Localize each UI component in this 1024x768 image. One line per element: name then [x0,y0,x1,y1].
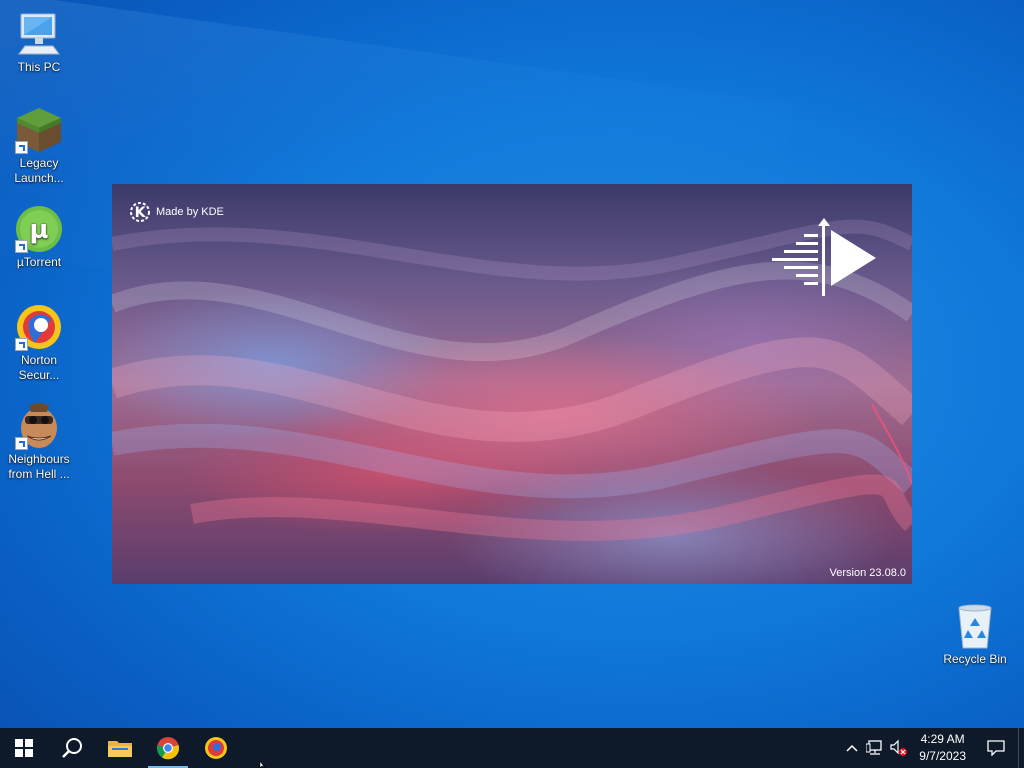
norton-security-icon [15,303,63,351]
kdenlive-logo-icon [772,218,876,296]
made-by-kde: K Made by KDE [128,200,224,224]
desktop-icon-label: µTorrent [16,255,62,269]
kde-logo-icon: K [130,202,150,222]
start-button[interactable] [0,728,48,768]
desktop-icon-label: Neighbours from Hell ... [8,452,70,481]
shortcut-arrow-icon [15,338,28,351]
shortcut-arrow-icon [15,240,28,253]
neighbours-from-hell-icon [15,402,63,450]
search-icon [62,738,82,758]
svg-text:µ: µ [29,215,48,245]
file-explorer-icon [108,741,132,757]
desktop-icon-neighbours-from-hell[interactable]: Neighbours from Hell ... [2,402,76,482]
minecraft-grass-block-icon [15,106,63,154]
recycle-bin-icon [951,602,999,650]
taskbar-file-explorer[interactable] [96,728,144,768]
desktop-icon-label: Recycle Bin [943,652,1007,666]
show-desktop-button[interactable] [1018,728,1024,768]
desktop-icon-recycle-bin[interactable]: Recycle Bin [938,602,1012,667]
search-button[interactable] [48,728,96,768]
taskbar: 4:29 AM 9/7/2023 [0,728,1024,768]
desktop-icon-legacy-launcher[interactable]: Legacy Launch... [2,106,76,186]
desktop-icon-this-pc[interactable]: This PC [2,10,76,75]
clock[interactable]: 4:29 AM 9/7/2023 [911,728,974,768]
kdenlive-splash-screen: K Made by KDE Version 23.08.0 [112,184,912,584]
utorrent-icon: µ [15,205,63,253]
action-center-button[interactable] [974,728,1018,768]
network-icon [866,740,882,755]
norton-icon [205,737,227,759]
shortcut-arrow-icon [15,437,28,450]
chrome-icon [156,737,180,760]
svg-text:K: K [135,205,147,221]
shortcut-arrow-icon [15,141,28,154]
computer-icon [15,10,63,58]
network-button[interactable] [863,728,887,768]
chevron-up-icon [846,744,858,752]
notification-icon [987,740,1005,756]
desktop-icon-utorrent[interactable]: µ µTorrent [2,205,76,270]
windows-start-icon [15,739,33,757]
desktop-icon-label: Legacy Launch... [14,156,64,185]
taskbar-chrome[interactable] [144,728,192,768]
system-tray: 4:29 AM 9/7/2023 [841,728,1024,768]
show-hidden-icons-button[interactable] [841,728,863,768]
desktop-icon-label: Norton Secur... [18,353,60,382]
clock-time: 4:29 AM [920,732,965,746]
made-by-label: Made by KDE [156,206,224,218]
volume-muted-icon [890,739,908,756]
desktop-icon-label: This PC [17,60,61,74]
mouse-cursor-icon [259,761,266,768]
taskbar-norton[interactable] [192,728,240,768]
desktop-icon-norton[interactable]: Norton Secur... [2,303,76,383]
volume-button[interactable] [887,728,911,768]
version-label: Version 23.08.0 [829,567,906,579]
clock-date: 9/7/2023 [919,749,966,763]
